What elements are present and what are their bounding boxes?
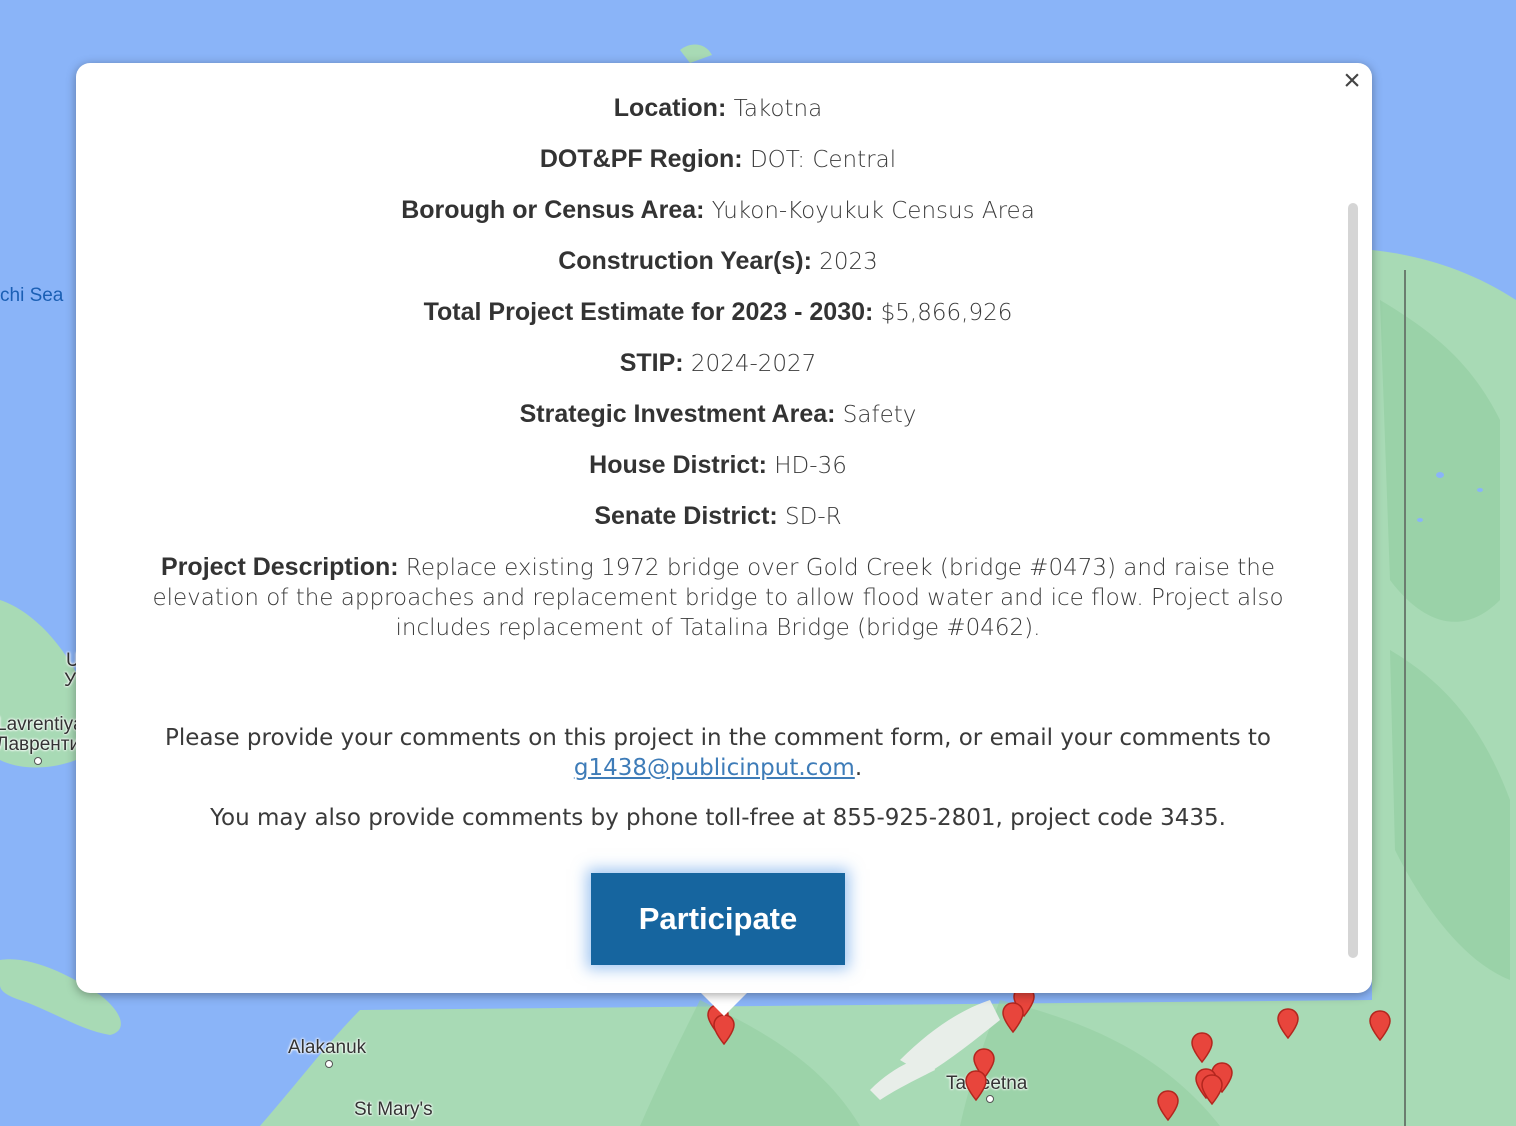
field-value: Takotna [733,96,823,122]
field-total-estimate: Total Project Estimate for 2023 - 2030: … [106,297,1330,328]
field-value: $5,866,926 [880,300,1013,326]
field-label: House District: [589,451,767,479]
map-label-chukchi-sea: chi Sea [0,285,64,306]
popup-scrollbar[interactable] [1348,203,1360,958]
map-label-alakanuk: Alakanuk [288,1037,367,1058]
field-label: Borough or Census Area: [401,196,705,224]
field-value: HD-36 [774,453,847,479]
close-icon[interactable]: × [1338,66,1366,96]
field-value: SD-R [785,504,842,530]
field-value: 2023 [819,249,878,275]
map-label-partial-y: У [64,670,77,691]
field-construction-year: Construction Year(s): 2023 [106,246,1330,277]
map-pin-icon[interactable] [1156,1090,1180,1122]
map-pin-icon[interactable] [1200,1074,1224,1106]
comment-period: . [854,755,863,781]
project-info-popup: × Location: Takotna DOT&PF Region: DOT: … [76,63,1372,993]
field-label: Total Project Estimate for 2023 - 2030: [423,298,874,326]
map-pin-icon[interactable] [964,1070,988,1102]
field-value: Safety [842,402,917,428]
field-label: Construction Year(s): [558,247,812,275]
field-label: Location: [613,94,727,122]
field-value: DOT: Central [749,147,897,173]
map-pin-icon[interactable] [1001,1002,1025,1034]
field-location: Location: Takotna [106,93,1330,124]
phone-instructions: You may also provide comments by phone t… [210,805,1226,831]
field-label: Project Description: [161,553,399,581]
field-label: Strategic Investment Area: [519,400,836,428]
comment-text: Please provide your comments on this pro… [164,725,1272,751]
map-pin-icon[interactable] [1368,1010,1392,1042]
map-pin-icon[interactable] [1190,1032,1214,1064]
field-value: 2024-2027 [690,351,817,377]
field-project-description: Project Description: Replace existing 19… [106,552,1330,643]
field-senate-district: Senate District: SD-R [106,501,1330,532]
map-pin-icon[interactable] [1276,1008,1300,1040]
map-pin-icon[interactable] [712,1014,736,1046]
town-dot-alakanuk [325,1060,333,1068]
map-label-st-marys: St Mary's [354,1099,433,1120]
field-region: DOT&PF Region: DOT: Central [106,144,1330,175]
map-label-lavrentiya: Lavrentiya [0,714,84,735]
participate-button[interactable]: Participate [591,873,845,965]
field-house-district: House District: HD-36 [106,450,1330,481]
field-investment-area: Strategic Investment Area: Safety [106,399,1330,430]
town-dot-lavrentiya [34,757,42,765]
popup-content: Location: Takotna DOT&PF Region: DOT: Ce… [106,93,1330,965]
popup-tail [700,992,748,1016]
email-link[interactable]: g1438@publicinput.com [574,755,855,781]
field-label: DOT&PF Region: [539,145,743,173]
popup-scrollbar-thumb[interactable] [1348,203,1358,958]
field-label: STIP: [619,349,684,377]
comment-instructions: Please provide your comments on this pro… [106,723,1330,783]
field-borough: Borough or Census Area: Yukon-Koyukuk Ce… [106,195,1330,226]
field-stip: STIP: 2024-2027 [106,348,1330,379]
field-value: Yukon-Koyukuk Census Area [711,198,1035,224]
field-label: Senate District: [594,502,778,530]
